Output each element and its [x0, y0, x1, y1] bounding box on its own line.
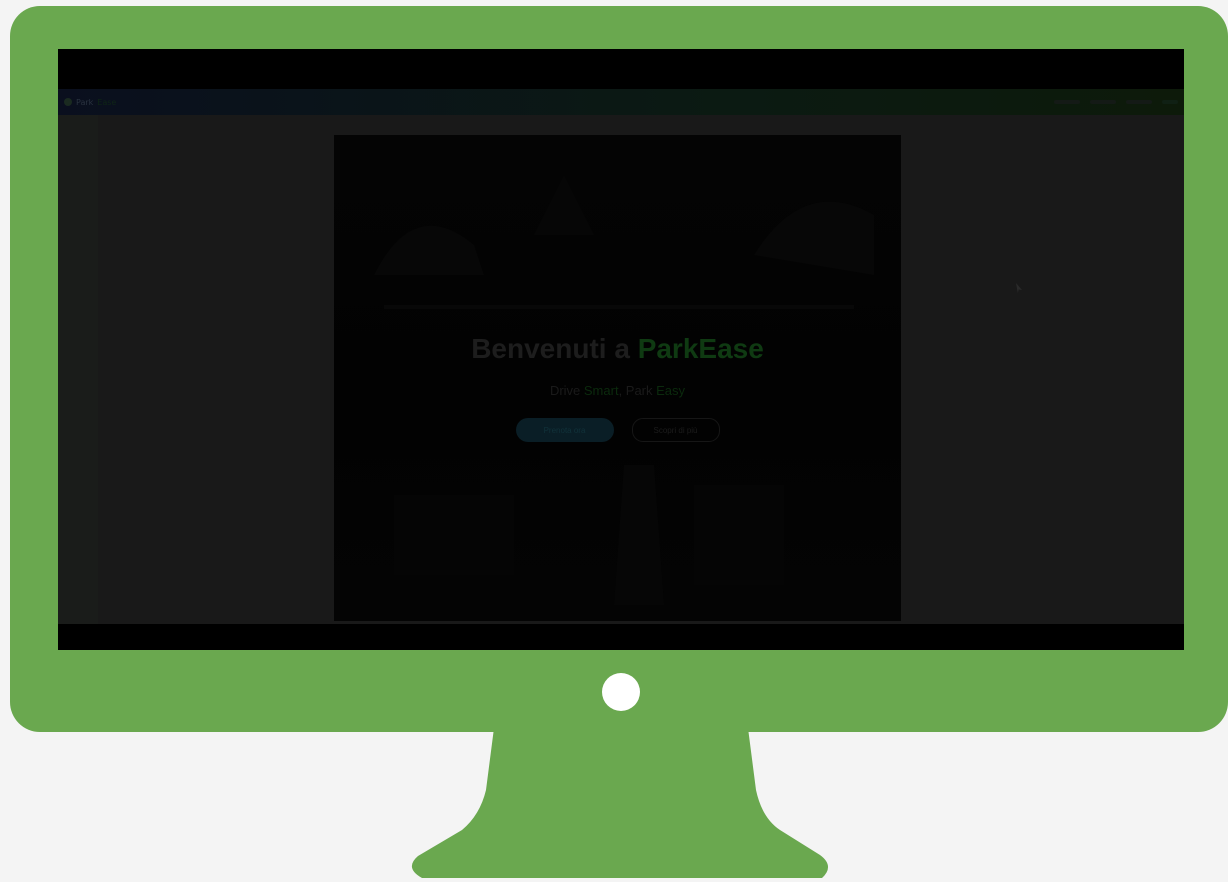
nav-link[interactable] — [1090, 100, 1116, 104]
site-navbar: Park Ease — [58, 89, 1184, 115]
hero-subtitle-suffix: Easy — [656, 383, 686, 398]
nav-link[interactable] — [1126, 100, 1152, 104]
desktop-monitor-scene: Park Ease Benvenuti a ParkEase Drive Sma… — [0, 0, 1228, 882]
hero-subtitle: Drive Smart, Park Easy — [334, 383, 901, 398]
navbar-brand-text: Park — [76, 97, 94, 107]
hero-subtitle-prefix: Drive — [549, 383, 584, 398]
primary-cta-button[interactable]: Prenota ora — [515, 418, 614, 442]
monitor-screen: Park Ease Benvenuti a ParkEase Drive Sma… — [58, 49, 1184, 650]
page-body: Benvenuti a ParkEase Drive Smart, Park E… — [58, 115, 1184, 624]
secondary-cta-button[interactable]: Scopri di più — [631, 418, 720, 442]
hero-subtitle-mid: , Park — [618, 383, 657, 398]
hero-subtitle-accent: Smart — [583, 383, 619, 398]
nav-link[interactable] — [1054, 100, 1080, 104]
hero-title: Benvenuti a ParkEase — [334, 333, 901, 365]
hero-actions: Prenota ora Scopri di più — [334, 418, 901, 442]
navbar-brand-accent: Ease — [97, 97, 117, 107]
parking-logo-icon — [64, 98, 72, 106]
hero-background-image — [374, 175, 874, 605]
power-button-icon[interactable] — [602, 673, 640, 711]
navbar-brand[interactable]: Park Ease — [64, 98, 116, 107]
nav-link[interactable] — [1162, 100, 1178, 104]
hero-title-accent: ParkEase — [637, 333, 764, 364]
left-sidebar-strip — [58, 115, 98, 624]
hero-title-prefix: Benvenuti a — [471, 333, 638, 364]
navbar-links — [1054, 100, 1178, 104]
mouse-cursor-icon — [1016, 283, 1022, 293]
hero-section: Benvenuti a ParkEase Drive Smart, Park E… — [334, 135, 901, 621]
